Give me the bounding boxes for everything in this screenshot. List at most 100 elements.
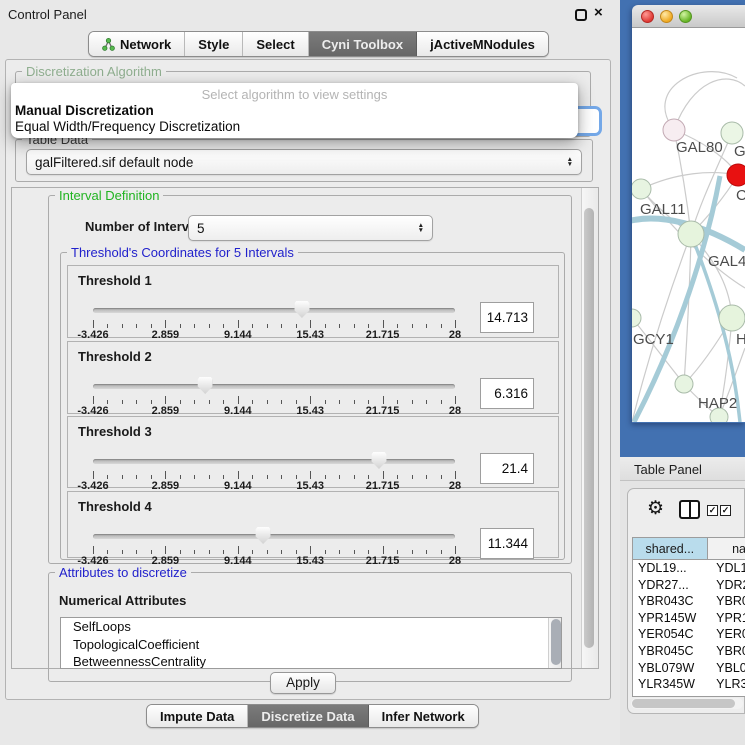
table-row[interactable]: YLR345WYLR3 (633, 676, 745, 693)
close-traffic-light-icon[interactable] (641, 10, 654, 23)
tab-discretize-data[interactable]: Discretize Data (248, 705, 368, 727)
tab-style[interactable]: Style (185, 32, 243, 56)
tick-mark (412, 550, 413, 554)
list-scrollbar[interactable] (548, 618, 561, 669)
list-item[interactable]: TopologicalCoefficient (61, 636, 561, 654)
algorithm-option-manual[interactable]: Manual Discretization (15, 103, 154, 118)
table-row[interactable]: YPR145WYPR1 (633, 610, 745, 627)
cell-shared-name[interactable]: YIL052C (633, 693, 708, 697)
table-row[interactable]: YIL052CYIL0 (633, 693, 745, 697)
cell-shared-name[interactable]: YDL19... (633, 560, 708, 577)
columns-icon[interactable] (679, 500, 700, 519)
tab-jactivemnodules[interactable]: jActiveMNodules (417, 32, 548, 56)
cell-shared-name[interactable]: YER054C (633, 626, 708, 643)
number-of-intervals-combobox[interactable]: 5 ▲▼ (188, 215, 433, 241)
cell-name[interactable]: YER0 (708, 626, 745, 643)
group-label: Interval Definition (55, 188, 163, 203)
slider-track[interactable] (93, 534, 455, 539)
table-row[interactable]: YBR043CYBR0 (633, 593, 745, 610)
tick-mark (397, 550, 398, 554)
cell-shared-name[interactable]: YDR27... (633, 577, 708, 594)
slider-track[interactable] (93, 459, 455, 464)
table-row[interactable]: YER054CYER0 (633, 626, 745, 643)
threshold-3-value-field[interactable]: 21.4 (480, 453, 534, 484)
cell-shared-name[interactable]: YBR045C (633, 643, 708, 660)
cell-name[interactable]: YBR0 (708, 643, 745, 660)
column-header-shared-name[interactable]: shared... (633, 538, 708, 559)
cell-name[interactable]: YBR0 (708, 593, 745, 610)
table-row[interactable]: YBR045CYBR0 (633, 643, 745, 660)
apply-button[interactable]: Apply (270, 672, 336, 694)
scrollbar-thumb[interactable] (632, 699, 735, 708)
slider-track[interactable] (93, 384, 455, 389)
cell-shared-name[interactable]: YBR043C (633, 593, 708, 610)
minimize-traffic-light-icon[interactable] (660, 10, 673, 23)
list-item[interactable]: BetweennessCentrality (61, 653, 561, 669)
close-icon[interactable]: × (594, 4, 603, 21)
cell-name[interactable]: YDR2 (708, 577, 745, 594)
cell-name[interactable]: YLR3 (708, 676, 745, 693)
thresholds-group: Threshold's Coordinates for 5 Intervals … (60, 252, 565, 560)
tick-mark (339, 475, 340, 479)
settings-scrollbar[interactable] (581, 188, 598, 668)
slider-ticks (93, 320, 455, 328)
tick-mark (122, 400, 123, 404)
cell-name[interactable]: YBL0 (708, 660, 745, 677)
tab-infer-network[interactable]: Infer Network (369, 705, 478, 727)
threshold-4-value-field[interactable]: 11.344 (480, 528, 534, 559)
threshold-2-slider[interactable]: -3.4262.8599.14415.4321.71528 (93, 376, 455, 414)
column-header-name[interactable]: na (708, 538, 745, 559)
table-row[interactable]: YDL19...YDL1 (633, 560, 745, 577)
threshold-1-slider[interactable]: -3.4262.8599.14415.4321.71528 (93, 300, 455, 338)
slider-thumb[interactable] (256, 527, 271, 544)
network-node[interactable] (719, 305, 745, 331)
network-node[interactable] (675, 375, 693, 393)
tab-network[interactable]: Network (89, 32, 185, 56)
tick-mark (194, 550, 195, 554)
slider-track[interactable] (93, 308, 455, 313)
slider-thumb[interactable] (294, 301, 309, 318)
slider-thumb[interactable] (371, 452, 386, 469)
tick-mark (267, 550, 268, 554)
algorithm-option-equal-width[interactable]: Equal Width/Frequency Discretization (15, 119, 240, 134)
network-node[interactable] (632, 309, 641, 327)
network-node[interactable] (678, 221, 704, 247)
threshold-1-value-field[interactable]: 14.713 (480, 302, 534, 333)
zoom-traffic-light-icon[interactable] (679, 10, 692, 23)
float-window-icon[interactable] (575, 9, 587, 21)
table-row[interactable]: YBL079WYBL0 (633, 660, 745, 677)
tab-select[interactable]: Select (243, 32, 308, 56)
cell-shared-name[interactable]: YBL079W (633, 660, 708, 677)
cell-shared-name[interactable]: YPR145W (633, 610, 708, 627)
threshold-4-slider[interactable]: -3.4262.8599.14415.4321.71528 (93, 526, 455, 564)
network-node[interactable] (727, 164, 745, 186)
table-data-combobox[interactable]: galFiltered.sif default node ▲▼ (26, 149, 582, 175)
tab-impute-data[interactable]: Impute Data (147, 705, 248, 727)
network-node[interactable] (632, 179, 651, 199)
slider-scale-label: -3.426 (77, 329, 108, 341)
network-canvas[interactable]: GAL80GACGAL11GAL4GCY1HHAP2 (632, 28, 745, 422)
table-row[interactable]: YDR27...YDR2 (633, 577, 745, 594)
checkbox-icon[interactable]: ✓ (707, 505, 718, 516)
tick-mark (455, 471, 456, 479)
tab-cyni-toolbox[interactable]: Cyni Toolbox (309, 32, 417, 56)
cell-name[interactable]: YPR1 (708, 610, 745, 627)
cell-name[interactable]: YIL0 (708, 693, 745, 697)
tick-mark (165, 546, 166, 554)
table-horizontal-scrollbar[interactable] (631, 698, 743, 709)
checkbox-icon[interactable]: ✓ (720, 505, 731, 516)
cell-name[interactable]: YDL1 (708, 560, 745, 577)
threshold-3-slider[interactable]: -3.4262.8599.14415.4321.71528 (93, 451, 455, 489)
slider-thumb[interactable] (198, 377, 213, 394)
cell-shared-name[interactable]: YLR345W (633, 676, 708, 693)
gear-icon[interactable]: ⚙ (647, 497, 664, 520)
network-window-titlebar[interactable] (632, 5, 745, 28)
tick-mark (412, 324, 413, 328)
network-node[interactable] (721, 122, 743, 144)
list-item[interactable]: SelfLoops (61, 618, 561, 636)
threshold-3-box: Threshold 3 -3.4262.8599.14415.4321.7152… (67, 416, 559, 488)
threshold-2-value-field[interactable]: 6.316 (480, 378, 534, 409)
tick-mark (325, 550, 326, 554)
network-node[interactable] (663, 119, 685, 141)
tick-mark (252, 400, 253, 404)
